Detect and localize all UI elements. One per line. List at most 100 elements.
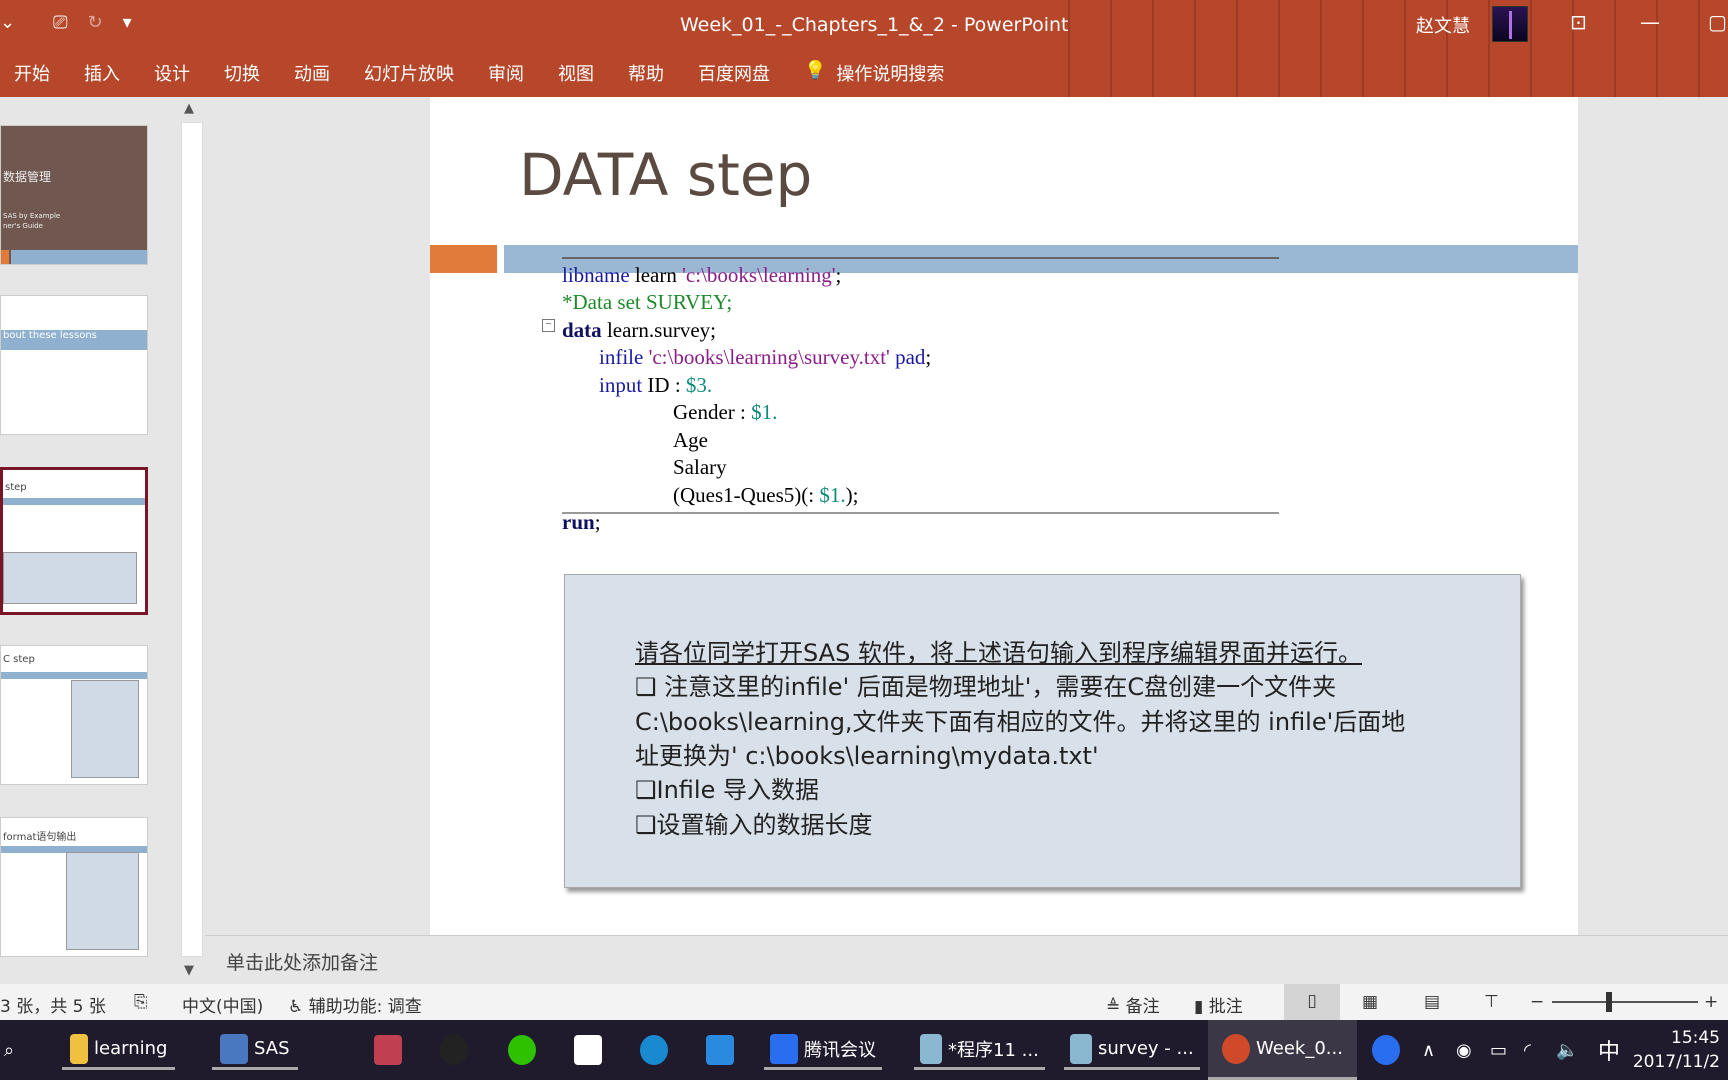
slide-canvas[interactable]: DATA step − libname learn 'c:\books\lear… xyxy=(430,97,1578,935)
format: $3. xyxy=(685,373,713,397)
save-icon[interactable]: ⌄ xyxy=(0,12,15,33)
notes-placeholder[interactable]: 单击此处添加备注 xyxy=(226,948,378,975)
tab-insert[interactable]: 插入 xyxy=(84,60,120,86)
notes-button[interactable]: ≜ 备注 xyxy=(1106,992,1160,1017)
thumbnail-slide-5[interactable]: format语句输出 xyxy=(0,817,148,957)
instruction-line: ❑ 注意这里的infile' 后面是物理地址'，需要在C盘创建一个文件夹 xyxy=(635,673,1337,701)
thumbnail-slide-3[interactable]: step xyxy=(0,467,148,615)
zoom-in-icon[interactable]: + xyxy=(1704,992,1718,1012)
wechat-icon[interactable] xyxy=(508,1030,536,1070)
taskbar-label: SAS xyxy=(254,1038,290,1059)
thumbnail-slide-2[interactable]: bout these lessons xyxy=(0,295,148,435)
taskbar-item-survey[interactable]: survey - ... xyxy=(1064,1030,1200,1070)
tab-design[interactable]: 设计 xyxy=(154,60,190,86)
tab-baidu[interactable]: 百度网盘 xyxy=(698,60,770,86)
thumb-title: C step xyxy=(3,654,35,665)
search-icon[interactable]: ⌕ xyxy=(4,1030,14,1070)
edge-icon[interactable] xyxy=(640,1030,668,1070)
taskbar-item-explorer[interactable]: learning xyxy=(62,1030,176,1070)
background-pattern xyxy=(1028,0,1728,97)
tab-home[interactable]: 开始 xyxy=(14,60,50,86)
slide-thumbnails-pane: 数据管理 SAS by Example ner's Guide bout the… xyxy=(0,97,205,984)
redo-icon[interactable]: ↻ xyxy=(88,12,103,33)
thumb-sub: ner's Guide xyxy=(3,222,43,230)
spss-icon[interactable] xyxy=(374,1030,402,1070)
keyword: infile xyxy=(599,345,644,369)
tab-view[interactable]: 视图 xyxy=(558,60,594,86)
scroll-up-icon[interactable]: ▲ xyxy=(184,101,194,116)
tab-animations[interactable]: 动画 xyxy=(294,60,330,86)
code-line: input ID : $3. xyxy=(599,373,712,398)
code-line: Age xyxy=(673,428,708,452)
code-text: ID : xyxy=(642,373,686,397)
collapse-icon: − xyxy=(542,319,555,332)
tell-me-search[interactable]: 操作说明搜索 xyxy=(836,60,944,86)
reading-view-icon[interactable]: ▤ xyxy=(1424,992,1440,1012)
taskbar-item-program[interactable]: *程序11 ... xyxy=(914,1030,1045,1070)
slide-title[interactable]: DATA step xyxy=(519,141,812,209)
mail-icon[interactable] xyxy=(706,1030,734,1070)
qq-icon[interactable] xyxy=(440,1030,468,1070)
taskbar-label: survey - ... xyxy=(1098,1038,1194,1059)
code-text: ; xyxy=(925,345,932,369)
minimize-icon[interactable]: — xyxy=(1640,10,1660,34)
restore-icon[interactable]: ▢ xyxy=(1708,10,1727,34)
scrollbar-thumb[interactable] xyxy=(181,122,203,957)
tray-app-icon[interactable]: ◉ xyxy=(1456,1030,1472,1070)
zoom-slider-thumb[interactable] xyxy=(1606,992,1612,1012)
orange-accent-bar xyxy=(430,245,497,273)
instruction-line: 址更换为' c:\books\learning\mydata.txt' xyxy=(635,742,1099,770)
window-title: Week_01_-_Chapters_1_&_2 - PowerPoint xyxy=(680,14,1069,36)
keyword: input xyxy=(599,373,643,397)
notes-pane[interactable]: 单击此处添加备注 xyxy=(205,935,1728,984)
present-icon[interactable]: ⎚ xyxy=(53,12,67,33)
instruction-textbox[interactable]: 请各位同学打开SAS 软件，将上述语句输入到程序编辑界面并运行。 ❑ 注意这里的… xyxy=(564,574,1521,888)
help-icon[interactable] xyxy=(1372,1030,1400,1070)
avatar[interactable] xyxy=(1492,6,1528,42)
tab-slideshow[interactable]: 幻灯片放映 xyxy=(364,60,454,86)
taskbar-item-sas[interactable]: SAS xyxy=(212,1030,298,1070)
sas-code-image[interactable]: − libname learn 'c:\books\learning'; *Da… xyxy=(542,257,1279,534)
code-line: (Ques1-Ques5)(: $1.); xyxy=(673,483,858,508)
thumb-blue-bar xyxy=(1,672,147,679)
keyword: run xyxy=(562,510,595,534)
lightbulb-icon: 💡 xyxy=(804,60,827,81)
code-line: infile 'c:\books\learning\survey.txt' pa… xyxy=(599,345,931,370)
taskbar-item-tencent-meeting[interactable]: 腾讯会议 xyxy=(764,1030,882,1070)
tab-transitions[interactable]: 切换 xyxy=(224,60,260,86)
ime-indicator[interactable]: 中 xyxy=(1598,1030,1620,1070)
thumbnail-slide-4[interactable]: C step xyxy=(0,645,148,785)
zoom-out-icon[interactable]: − xyxy=(1530,992,1544,1012)
wifi-icon[interactable]: ◜ xyxy=(1524,1030,1531,1070)
slide-sorter-icon[interactable]: ▦ xyxy=(1362,992,1378,1012)
notes-label: 备注 xyxy=(1125,997,1160,1017)
user-name[interactable]: 赵文慧 xyxy=(1416,12,1470,38)
volume-icon[interactable]: 🔈 xyxy=(1556,1030,1578,1070)
language[interactable]: 中文(中国) xyxy=(182,992,263,1017)
slideshow-icon[interactable]: ⊤ xyxy=(1484,992,1499,1012)
status-bar: 3 张，共 5 张 ⎘ 中文(中国) ♿ 辅助功能: 调查 ≜ 备注 ▮ 批注 … xyxy=(0,984,1728,1020)
taskbar-item-powerpoint[interactable]: Week_0... xyxy=(1208,1020,1357,1080)
store-icon[interactable] xyxy=(574,1030,602,1070)
taskbar-label: *程序11 ... xyxy=(948,1039,1039,1061)
taskbar-label: learning xyxy=(94,1038,168,1059)
battery-icon[interactable]: ▭ xyxy=(1490,1030,1507,1070)
thumbnail-scrollbar[interactable]: ▲ ▼ xyxy=(180,97,204,984)
show-hidden-icons[interactable]: ∧ xyxy=(1422,1030,1435,1070)
tab-review[interactable]: 审阅 xyxy=(488,60,524,86)
tab-help[interactable]: 帮助 xyxy=(628,60,664,86)
accessibility-status[interactable]: ♿ 辅助功能: 调查 xyxy=(288,992,422,1017)
quick-access-toolbar: ⌄ ⎚ ↻ ▾ xyxy=(0,12,132,33)
ribbon-display-icon[interactable]: ⊡ xyxy=(1570,10,1587,34)
comments-button[interactable]: ▮ 批注 xyxy=(1194,992,1243,1017)
clock[interactable]: 15:45 2017/11/2 xyxy=(1633,1026,1720,1074)
spellcheck-icon[interactable]: ⎘ xyxy=(134,992,148,1012)
instruction-line: C:\books\learning,文件夹下面有相应的文件。并将这里的 infi… xyxy=(635,708,1406,736)
zoom-slider[interactable] xyxy=(1552,1001,1698,1003)
scroll-down-icon[interactable]: ▼ xyxy=(184,963,194,978)
keyword: pad xyxy=(889,345,926,369)
customize-icon[interactable]: ▾ xyxy=(123,12,132,33)
normal-view-icon[interactable]: ▯ xyxy=(1284,984,1340,1020)
sas-icon xyxy=(220,1033,248,1064)
thumbnail-slide-1[interactable]: 数据管理 SAS by Example ner's Guide xyxy=(0,125,148,265)
